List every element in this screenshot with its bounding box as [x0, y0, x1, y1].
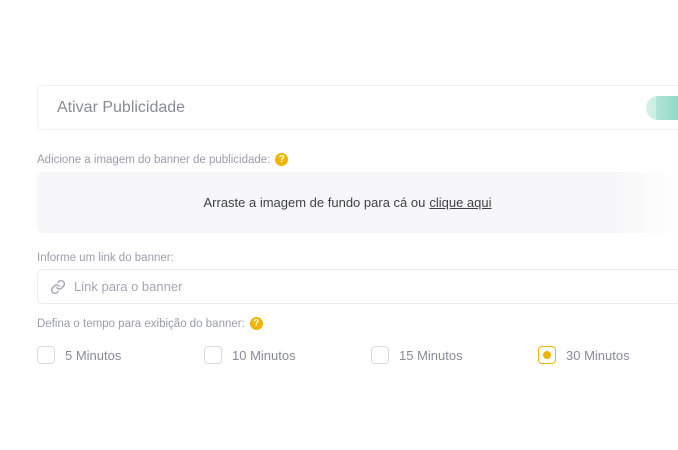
option-5-minutes[interactable]: 5 Minutos	[37, 346, 121, 364]
selected-dot	[543, 351, 551, 359]
banner-link-label-text: Informe um link do banner:	[37, 252, 174, 264]
help-icon[interactable]: ?	[275, 153, 289, 166]
checkbox-selected[interactable]	[538, 346, 556, 364]
option-10-minutes[interactable]: 10 Minutos	[204, 346, 296, 364]
banner-dropzone[interactable]: Arraste a imagem de fundo para cá ou cli…	[37, 172, 678, 233]
help-icon[interactable]: ?	[249, 317, 263, 330]
dropzone-text: Arraste a imagem de fundo para cá ou	[203, 195, 426, 210]
checkbox[interactable]	[371, 346, 389, 364]
banner-link-input[interactable]	[74, 279, 574, 294]
banner-link-label: Informe um link do banner:	[37, 252, 174, 264]
option-label: 15 Minutos	[399, 347, 463, 363]
option-label: 5 Minutos	[65, 347, 122, 363]
banner-link-field	[37, 269, 678, 304]
ads-toggle-label: Ativar Publicidade	[57, 98, 186, 116]
option-15-minutes[interactable]: 15 Minutos	[371, 346, 463, 364]
display-time-options: 5 Minutos 10 Minutos 15 Minutos 30 Minut…	[37, 346, 678, 366]
banner-image-label-text: Adicione a imagem do banner de publicida…	[37, 153, 271, 166]
link-icon	[50, 279, 66, 294]
checkbox[interactable]	[204, 346, 222, 364]
display-time-label: Defina o tempo para exibição do banner: …	[37, 317, 263, 330]
ads-toggle-switch[interactable]	[644, 96, 678, 120]
option-label: 30 Minutos	[566, 347, 630, 363]
dropzone-click-here-link[interactable]: clique aqui	[429, 195, 491, 210]
option-label: 10 Minutos	[232, 347, 296, 363]
display-time-label-text: Defina o tempo para exibição do banner:	[37, 317, 245, 330]
banner-image-label: Adicione a imagem do banner de publicida…	[37, 153, 289, 166]
ads-toggle-row: Ativar Publicidade	[37, 85, 678, 130]
option-30-minutes[interactable]: 30 Minutos	[538, 346, 630, 364]
checkbox[interactable]	[37, 346, 55, 364]
